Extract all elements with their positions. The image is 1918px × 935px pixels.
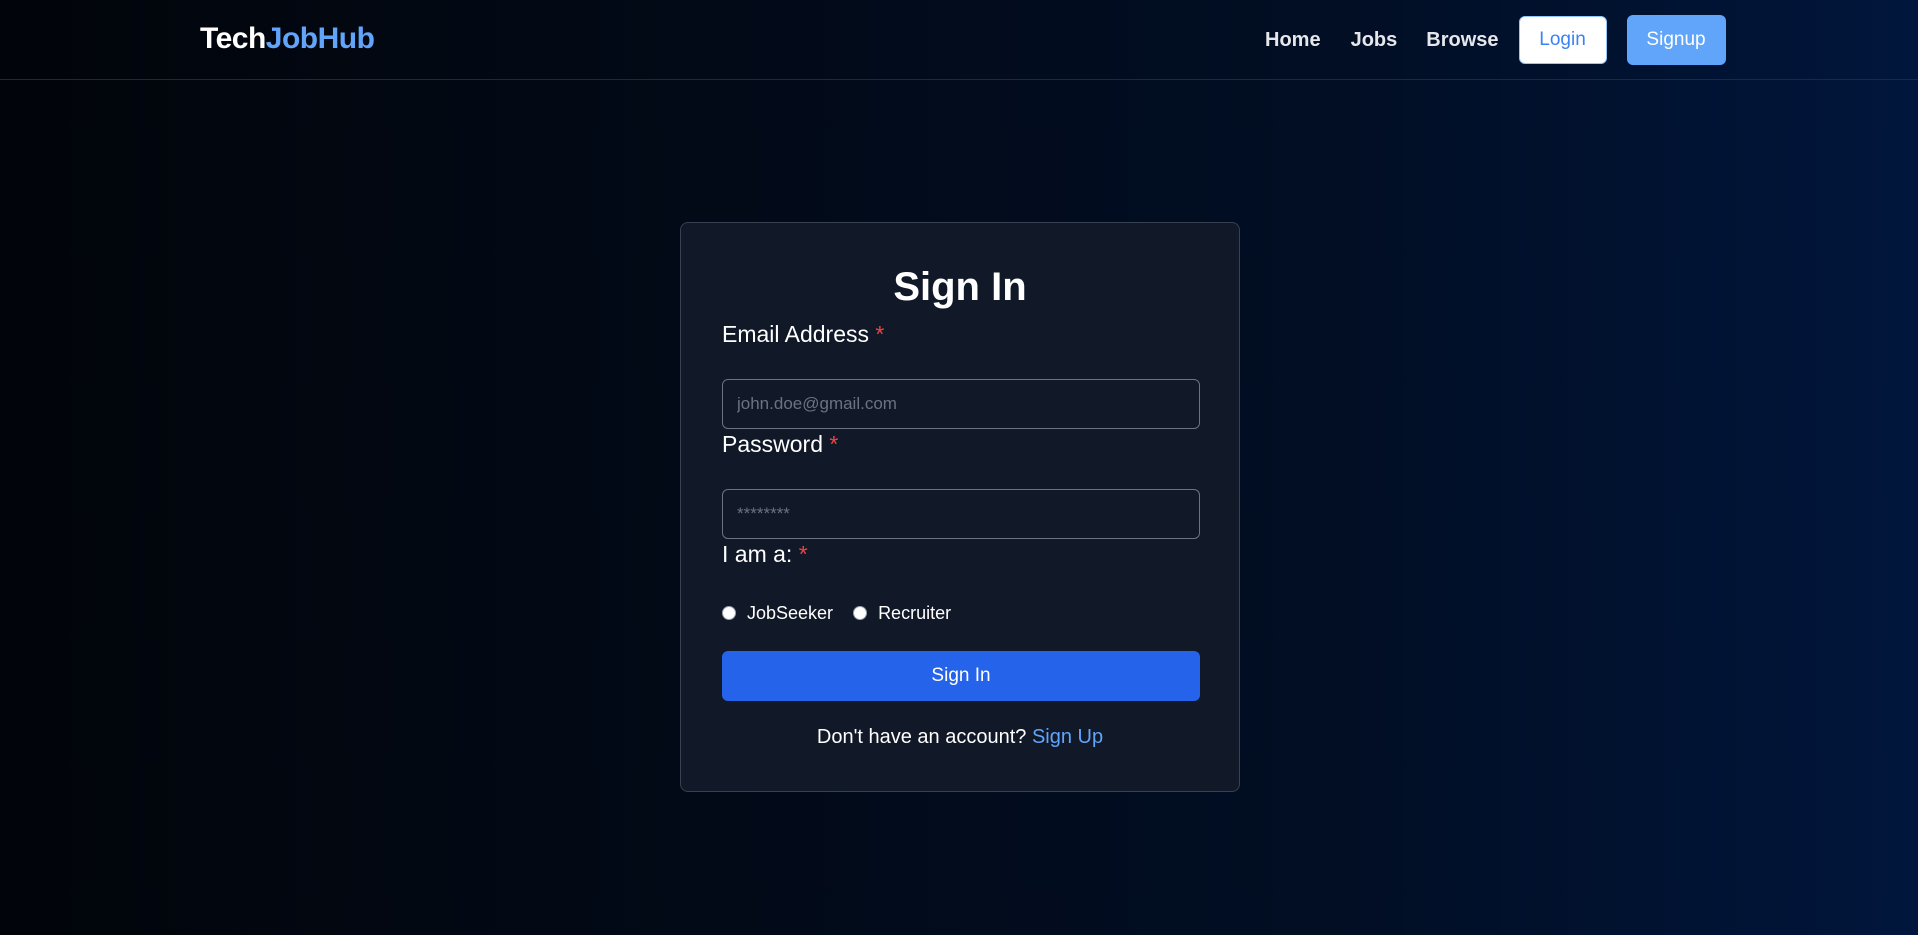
jobseeker-radio-label: JobSeeker (747, 602, 834, 623)
signup-prompt: Don't have an account? Sign Up (681, 726, 1239, 749)
top-navbar: TechJobHub Home Jobs Browse Login Signup (0, 0, 1918, 80)
jobseeker-radio[interactable] (722, 606, 736, 620)
login-button[interactable]: Login (1518, 16, 1607, 64)
role-label-text: I am a: (722, 541, 793, 567)
signup-prompt-text: Don't have an account? (816, 726, 1027, 748)
signup-button[interactable]: Signup (1626, 15, 1726, 65)
sign-up-link[interactable]: Sign Up (1032, 726, 1103, 748)
role-required-mark: * (798, 541, 808, 567)
page-title: Sign In (893, 265, 1027, 309)
role-option-recruiter[interactable]: Recruiter (853, 603, 951, 624)
email-label: Email Address * (722, 321, 884, 348)
brand-name-part2: JobHub (265, 22, 375, 55)
sign-in-card: Sign In Email Address * Password * I am … (680, 222, 1240, 792)
nav-browse-link[interactable]: Browse (1426, 29, 1498, 52)
password-required-mark: * (829, 431, 839, 457)
role-label: I am a: * (722, 541, 808, 568)
role-option-jobseeker[interactable]: JobSeeker (722, 603, 833, 624)
nav-links: Home Jobs Browse Login Signup (1265, 15, 1726, 65)
nav-jobs-link[interactable]: Jobs (1351, 29, 1398, 52)
sign-in-button[interactable]: Sign In (722, 651, 1200, 701)
email-required-mark: * (875, 321, 885, 347)
email-label-text: Email Address (722, 321, 870, 347)
password-label: Password * (722, 431, 838, 458)
role-radio-group: JobSeeker Recruiter (722, 601, 971, 625)
brand-logo[interactable]: TechJobHub (200, 22, 375, 56)
recruiter-radio[interactable] (853, 606, 868, 620)
email-field[interactable] (722, 379, 1200, 429)
nav-home-link[interactable]: Home (1265, 29, 1321, 52)
password-label-text: Password (722, 431, 823, 457)
brand-name-part1: Tech (200, 22, 266, 55)
password-field[interactable] (722, 489, 1200, 539)
recruiter-radio-label: Recruiter (878, 602, 952, 623)
